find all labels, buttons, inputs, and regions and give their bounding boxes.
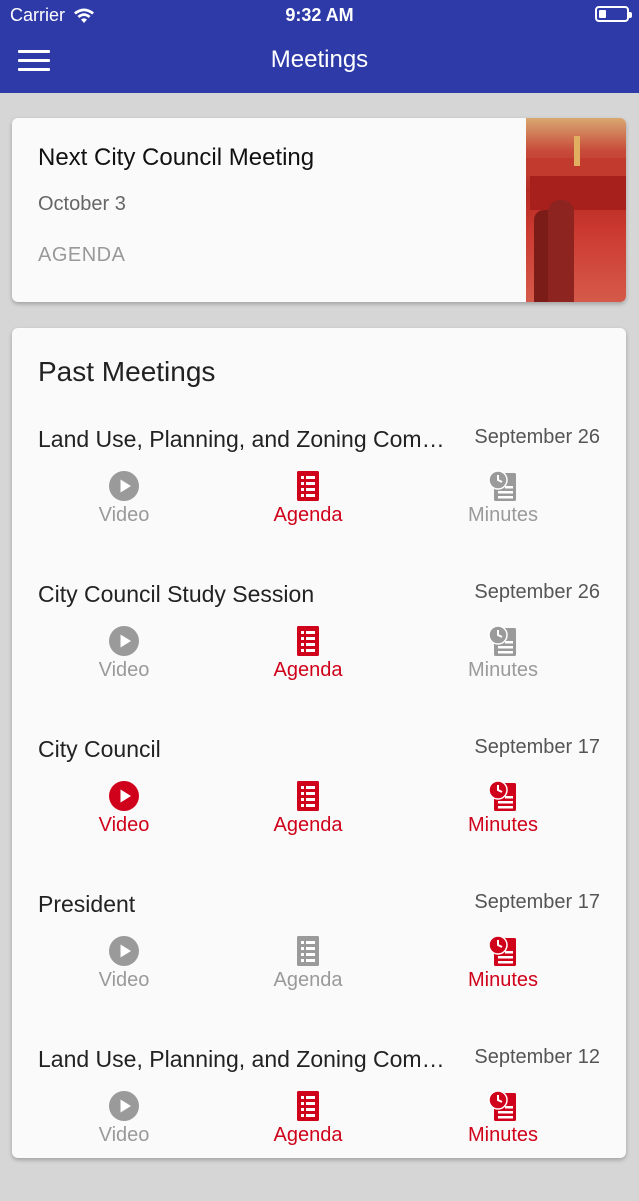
document-list-icon xyxy=(297,936,319,966)
play-circle-icon xyxy=(109,936,139,966)
agenda-button[interactable]: Agenda xyxy=(238,935,378,997)
agenda-button[interactable]: Agenda xyxy=(238,625,378,687)
video-button[interactable]: Video xyxy=(54,935,194,997)
minutes-label: Minutes xyxy=(467,659,539,681)
minutes-button[interactable]: Minutes xyxy=(433,470,573,532)
video-label: Video xyxy=(98,659,150,681)
meeting-date: September 26 xyxy=(474,581,600,603)
video-label: Video xyxy=(98,814,150,836)
clock-document-icon xyxy=(488,1090,516,1121)
clock-document-icon xyxy=(488,935,516,966)
next-meeting-card[interactable]: Next City Council Meeting October 3 AGEN… xyxy=(12,118,626,302)
video-button[interactable]: Video xyxy=(54,625,194,687)
clock-document-icon xyxy=(488,780,516,811)
minutes-button[interactable]: Minutes xyxy=(433,780,573,842)
agenda-button[interactable]: Agenda xyxy=(238,1090,378,1152)
meeting-name[interactable]: City Council xyxy=(38,736,448,763)
battery-icon xyxy=(595,6,632,22)
meeting-name[interactable]: Land Use, Planning, and Zoning Committee xyxy=(38,426,448,453)
next-meeting-date: October 3 xyxy=(38,193,126,215)
agenda-label: Agenda xyxy=(273,969,343,991)
minutes-label: Minutes xyxy=(467,969,539,991)
document-list-icon xyxy=(297,626,319,656)
clock-document-icon xyxy=(488,625,516,656)
meeting-name[interactable]: City Council Study Session xyxy=(38,581,448,608)
council-chamber-photo xyxy=(526,118,626,302)
agenda-label: Agenda xyxy=(273,814,343,836)
next-meeting-title: Next City Council Meeting xyxy=(38,144,315,171)
video-label: Video xyxy=(98,504,150,526)
agenda-label: Agenda xyxy=(273,659,343,681)
past-meetings-card: Past Meetings Land Use, Planning, and Zo… xyxy=(12,328,626,1158)
app-header: Carrier 9:32 AM Meetings xyxy=(0,0,639,93)
minutes-label: Minutes xyxy=(467,814,539,836)
meeting-name[interactable]: President xyxy=(38,891,448,918)
video-label: Video xyxy=(98,969,150,991)
minutes-button[interactable]: Minutes xyxy=(433,1090,573,1152)
next-meeting-agenda-link[interactable]: AGENDA xyxy=(38,244,125,267)
video-button[interactable]: Video xyxy=(54,1090,194,1152)
clock-document-icon xyxy=(488,470,516,501)
meeting-date: September 12 xyxy=(474,1046,600,1068)
meeting-date: September 17 xyxy=(474,736,600,758)
agenda-button[interactable]: Agenda xyxy=(238,780,378,842)
past-meetings-heading: Past Meetings xyxy=(38,356,216,387)
meeting-row: Land Use, Planning, and Zoning Committee… xyxy=(12,1046,626,1201)
document-list-icon xyxy=(297,471,319,501)
meeting-row: Land Use, Planning, and Zoning Committee… xyxy=(12,426,626,581)
meeting-row: City Council September 17 Video Agenda M… xyxy=(12,736,626,891)
play-circle-icon xyxy=(109,626,139,656)
minutes-button[interactable]: Minutes xyxy=(433,935,573,997)
minutes-button[interactable]: Minutes xyxy=(433,625,573,687)
play-circle-icon xyxy=(109,781,139,811)
meeting-name[interactable]: Land Use, Planning, and Zoning Committee xyxy=(38,1046,448,1073)
meeting-row: City Council Study Session September 26 … xyxy=(12,581,626,736)
meeting-date: September 26 xyxy=(474,426,600,448)
document-list-icon xyxy=(297,1091,319,1121)
play-circle-icon xyxy=(109,471,139,501)
play-circle-icon xyxy=(109,1091,139,1121)
page-title: Meetings xyxy=(270,46,369,73)
video-button[interactable]: Video xyxy=(54,470,194,532)
minutes-label: Minutes xyxy=(467,504,539,526)
meeting-date: September 17 xyxy=(474,891,600,913)
status-time: 9:32 AM xyxy=(285,5,354,25)
status-bar: Carrier 9:32 AM xyxy=(0,0,639,32)
agenda-button[interactable]: Agenda xyxy=(238,470,378,532)
document-list-icon xyxy=(297,781,319,811)
meeting-row: President September 17 Video Agenda Minu… xyxy=(12,891,626,1046)
video-button[interactable]: Video xyxy=(54,780,194,842)
agenda-label: Agenda xyxy=(273,504,343,526)
